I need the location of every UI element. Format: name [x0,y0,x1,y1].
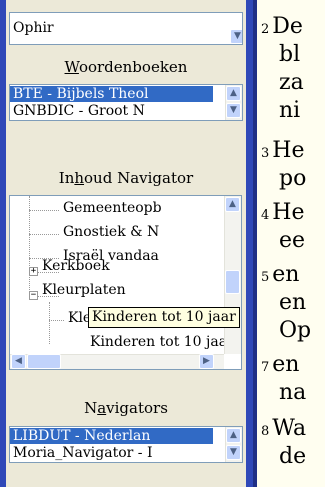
tree-item-kerkboek[interactable]: Kerkboek [42,258,110,274]
verse-line: 7 en [261,352,300,377]
expand-icon[interactable]: + [29,267,38,276]
verse-line: 2 De [261,14,303,39]
tree-item-kleurplaten[interactable]: Kleurplaten [42,282,126,298]
bible-text-pane[interactable]: 2 De bl za ni 3 He po 4 He ee 5 en en Op 7 en… [253,0,325,487]
verse-line: Op [279,318,312,343]
verse-line: de [279,444,307,469]
tree-item-kinderen[interactable]: Kinderen tot 10 jaar [90,334,234,350]
verse-line: na [279,380,307,405]
scroll-down-icon[interactable]: ▼ [226,445,241,460]
dropdown-icon[interactable]: ▼ [230,29,242,44]
verse-line: ee [279,228,306,253]
scroll-up-icon[interactable]: ▲ [226,428,241,443]
verse-line: 3 He [261,138,305,163]
scroll-down-icon[interactable]: ▼ [226,103,241,118]
dictionaries-list[interactable]: BTE - Bijbels Theol GNBDIC - Groot N ▲ ▼ [9,84,243,121]
verse-line: ni [279,98,301,123]
scroll-up-icon[interactable]: ▲ [225,197,240,212]
tree-item-gemeenteopb[interactable]: Gemeenteopb [63,200,162,216]
tree-item-gnostiek[interactable]: Gnostiek & N [63,224,159,240]
navigator-item-moria[interactable]: Moria_Navigator - I [10,445,213,461]
verse-line: po [279,166,307,191]
verse-line: bl [279,42,301,67]
tree-line [49,320,64,321]
verse-line: 8 Wa [261,416,307,441]
verse-line: 4 He [261,200,305,225]
navigators-list[interactable]: LIBDUT - Nederlan Moria_Navigator - I ▲ … [9,426,243,463]
dictionary-item-bte[interactable]: BTE - Bijbels Theol [10,86,213,102]
tooltip: Kinderen tot 10 jaar [88,307,240,328]
content-navigator-tree[interactable]: Gemeenteopb Gnostiek & N Israël vandaa +… [9,195,242,370]
top-list[interactable]: Ophir ▼ [9,12,243,45]
collapse-icon[interactable]: − [29,291,38,300]
scrollbar-thumb-horizontal[interactable] [27,354,61,369]
dictionary-item-gnbdic[interactable]: GNBDIC - Groot N [10,103,213,119]
scroll-right-icon[interactable]: ▶ [199,354,214,369]
scrollbar-thumb[interactable] [225,270,240,294]
tree-line [29,234,59,235]
content-navigator-title: Inhoud Navigator [58,169,194,187]
verse-line: za [279,70,304,95]
scroll-up-icon[interactable]: ▲ [226,86,241,101]
dictionaries-title: Woordenboeken [64,58,188,76]
list-item-ophir[interactable]: Ophir [10,20,54,36]
tree-line [29,196,30,298]
tree-line [49,302,50,344]
navigator-item-libdut[interactable]: LIBDUT - Nederlan [10,428,213,444]
verse-line: en [279,290,307,315]
scroll-left-icon[interactable]: ◀ [11,354,26,369]
tree-line [29,210,59,211]
verse-line: 5 en [261,262,300,287]
navigators-title: Navigators [84,399,168,417]
